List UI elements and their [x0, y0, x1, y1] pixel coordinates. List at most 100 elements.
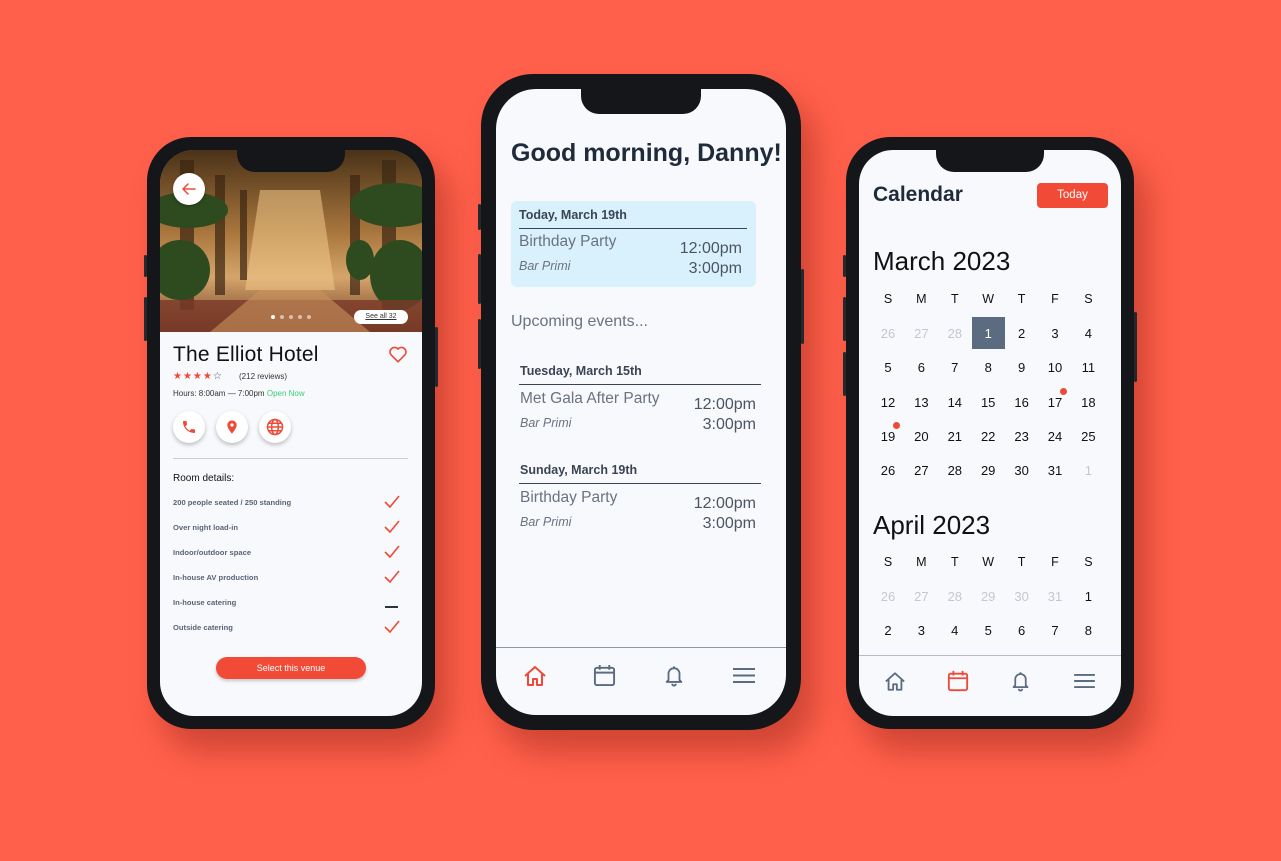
calendar-day[interactable]: 16 — [1007, 395, 1037, 410]
calendar-day[interactable]: 10 — [1040, 360, 1070, 375]
phone-icon — [183, 421, 195, 433]
calendar-day[interactable]: 19 — [873, 429, 903, 444]
calendar-day[interactable]: 8 — [973, 360, 1003, 375]
calendar-day[interactable]: 5 — [873, 360, 903, 375]
calendar-day[interactable]: 6 — [906, 360, 936, 375]
call-button[interactable] — [173, 411, 205, 443]
calendar-day[interactable]: 1 — [1073, 589, 1103, 604]
calendar-day[interactable]: 26 — [873, 326, 903, 341]
calendar-day[interactable]: 15 — [973, 395, 1003, 410]
calendar-icon[interactable] — [947, 670, 969, 692]
calendar-day[interactable]: 23 — [1007, 429, 1037, 444]
back-button[interactable] — [173, 173, 205, 205]
check-icon — [384, 495, 400, 508]
calendar-day[interactable]: 28 — [940, 589, 970, 604]
phone-notch — [581, 89, 701, 114]
calendar-day[interactable]: 3 — [1040, 326, 1070, 341]
favorite-heart-icon[interactable] — [388, 345, 408, 363]
arrow-left-icon — [182, 183, 196, 195]
calendar-day[interactable]: 4 — [1073, 326, 1103, 341]
week-row: 2345678 — [873, 623, 1107, 643]
event-indicator-dot — [893, 421, 900, 429]
week-row: 26 27 28 1 2 3 4 — [873, 317, 1107, 349]
weekday-label: F — [1051, 292, 1059, 306]
week-row: 26 27 28 29 30 31 1 — [873, 463, 1107, 483]
weekday-label: S — [883, 555, 893, 569]
calendar-day[interactable]: 28 — [940, 326, 970, 341]
amenity-label: In-house catering — [173, 598, 237, 607]
calendar-day[interactable]: 27 — [906, 463, 936, 478]
week-row: 5 6 7 8 9 10 11 — [873, 360, 1107, 380]
room-details-title: Room details: — [173, 473, 235, 484]
calendar-day[interactable]: 18 — [1073, 395, 1103, 410]
phone-hotel-details: See all 32 The Elliot Hotel ★★★★☆ (212 r… — [144, 137, 438, 729]
calendar-day[interactable]: 31 — [1040, 463, 1070, 478]
website-button[interactable] — [259, 411, 291, 443]
calendar-day[interactable]: 29 — [973, 589, 1003, 604]
calendar-day[interactable]: 27 — [906, 326, 936, 341]
menu-icon[interactable] — [732, 667, 756, 684]
upcoming-event[interactable]: Tuesday, March 15th Met Gala After Party… — [496, 359, 786, 439]
calendar-day[interactable]: 27 — [906, 589, 936, 604]
calendar-day[interactable]: 7 — [940, 360, 970, 375]
calendar-day[interactable]: 20 — [906, 429, 936, 444]
calendar-day[interactable]: 1 — [1073, 463, 1103, 478]
calendar-day[interactable]: 2 — [873, 623, 903, 638]
bottom-nav-divider — [859, 655, 1121, 656]
amenity-label: Over night load-in — [173, 523, 238, 532]
calendar-day[interactable]: 29 — [973, 463, 1003, 478]
calendar-day[interactable]: 17 — [1040, 395, 1070, 410]
home-icon[interactable] — [884, 671, 906, 692]
calendar-day[interactable]: 21 — [940, 429, 970, 444]
event-indicator-dot — [1060, 387, 1067, 395]
event-time: 12:00pm 3:00pm — [693, 495, 756, 532]
home-icon[interactable] — [523, 665, 547, 687]
calendar-day[interactable]: 26 — [873, 589, 903, 604]
calendar-day[interactable]: 26 — [873, 463, 903, 478]
weekday-label: T — [1017, 555, 1026, 569]
calendar-day[interactable]: 2 — [1007, 326, 1037, 341]
calendar-day[interactable]: 1 — [973, 326, 1003, 341]
today-event-card[interactable]: Today, March 19th Birthday Party Bar Pri… — [511, 201, 756, 287]
weekday-label: T — [950, 555, 959, 569]
upcoming-event[interactable]: Sunday, March 19th Birthday Party Bar Pr… — [496, 458, 786, 538]
calendar-day[interactable]: 7 — [1040, 623, 1070, 638]
hotel-name: The Elliot Hotel — [173, 343, 319, 366]
calendar-day[interactable]: 14 — [940, 395, 970, 410]
calendar-day[interactable]: 6 — [1007, 623, 1037, 638]
calendar-day[interactable]: 4 — [940, 623, 970, 638]
calendar-icon[interactable] — [593, 664, 616, 687]
review-count[interactable]: (212 reviews) — [239, 372, 287, 381]
globe-icon — [266, 418, 284, 436]
see-all-photos-button[interactable]: See all 32 — [354, 310, 408, 324]
calendar-day[interactable]: 9 — [1007, 360, 1037, 375]
open-status: Open Now — [266, 389, 305, 398]
directions-button[interactable] — [216, 411, 248, 443]
event-date: Sunday, March 19th — [520, 463, 638, 477]
bottom-nav — [496, 661, 786, 691]
calendar-day[interactable]: 30 — [1007, 589, 1037, 604]
weekday-header: SMTWTFS — [873, 555, 1107, 575]
calendar-day[interactable]: 25 — [1073, 429, 1103, 444]
calendar-day[interactable]: 22 — [973, 429, 1003, 444]
calendar-day[interactable]: 12 — [873, 395, 903, 410]
calendar-day[interactable]: 31 — [1040, 589, 1070, 604]
calendar-day[interactable]: 11 — [1073, 360, 1103, 375]
check-icon — [384, 620, 400, 633]
calendar-day[interactable]: 8 — [1073, 623, 1103, 638]
hotel-photo[interactable]: See all 32 — [160, 150, 422, 332]
calendar-day[interactable]: 13 — [906, 395, 936, 410]
select-venue-button[interactable]: Select this venue — [216, 657, 366, 679]
calendar-day[interactable]: 28 — [940, 463, 970, 478]
calendar-day[interactable]: 5 — [973, 623, 1003, 638]
calendar-day[interactable]: 30 — [1007, 463, 1037, 478]
menu-icon[interactable] — [1073, 673, 1096, 689]
calendar-day[interactable]: 24 — [1040, 429, 1070, 444]
bell-icon[interactable] — [663, 664, 685, 687]
calendar-day[interactable]: 3 — [906, 623, 936, 638]
weekday-label: M — [916, 292, 927, 306]
carousel-dots[interactable] — [271, 315, 311, 319]
today-button[interactable]: Today — [1037, 183, 1108, 208]
bell-icon[interactable] — [1010, 670, 1031, 692]
weekday-label: S — [883, 292, 893, 306]
